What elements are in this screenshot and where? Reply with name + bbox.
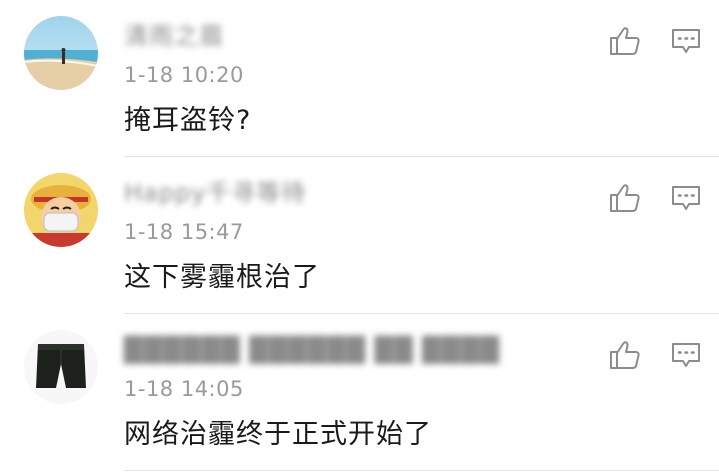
comment-bubble-icon[interactable]	[670, 340, 702, 370]
comment-item: ██████ ██████ ██ ████ 1-18 14:05 网络治霾终于正…	[0, 314, 719, 471]
thumbs-up-icon[interactable]	[608, 181, 642, 215]
username[interactable]: ██████ ██████ ██ ████	[124, 336, 500, 364]
username[interactable]: 清雨之眉	[124, 22, 224, 50]
comment-bubble-icon[interactable]	[670, 183, 702, 213]
comment-bubble-icon[interactable]	[670, 26, 702, 56]
thumbs-up-icon[interactable]	[608, 338, 642, 372]
comment-item: Happy千寻等待 1-18 15:47 这下雾霾根治了	[0, 157, 719, 314]
thumbs-up-icon[interactable]	[608, 24, 642, 58]
comment-time: 1-18 10:20	[124, 63, 244, 87]
username[interactable]: Happy千寻等待	[124, 179, 306, 207]
avatar[interactable]	[24, 173, 98, 247]
comment-text: 这下雾霾根治了	[124, 262, 320, 293]
avatar[interactable]	[24, 16, 98, 90]
divider	[124, 470, 719, 471]
comment-text: 掩耳盗铃?	[124, 105, 252, 136]
comment-text: 网络治霾终于正式开始了	[124, 419, 432, 450]
avatar[interactable]	[24, 330, 98, 404]
comment-time: 1-18 15:47	[124, 220, 244, 244]
comment-item: 清雨之眉 1-18 10:20 掩耳盗铃?	[0, 0, 719, 157]
comment-time: 1-18 14:05	[124, 377, 244, 401]
